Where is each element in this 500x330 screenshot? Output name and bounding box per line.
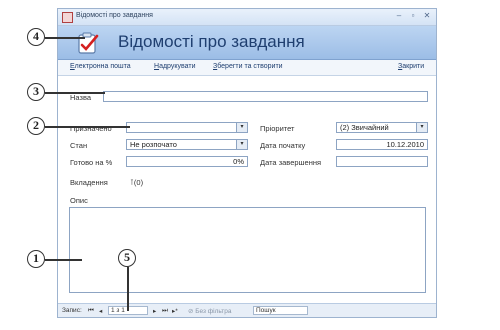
new-record-button[interactable]: ▸* <box>172 307 178 315</box>
status-combobox[interactable]: Не розпочато ▾ <box>126 139 248 150</box>
task-details-window: Відомості про завдання – ▫ ✕ Відомості п… <box>57 8 437 318</box>
form-window-icon <box>62 12 73 23</box>
close-link[interactable]: Закрити <box>398 63 424 70</box>
callout-1-line <box>45 259 82 261</box>
task-checklist-icon <box>78 32 99 54</box>
first-record-button[interactable]: ⏮ <box>88 307 94 315</box>
title-bar: Відомості про завдання – ▫ ✕ <box>58 9 436 26</box>
percent-complete-input[interactable]: 0% <box>126 156 248 167</box>
callout-4-line <box>45 37 85 39</box>
priority-value: (2) Звичайний <box>340 123 389 132</box>
assigned-to-combobox[interactable]: ▾ <box>126 122 248 133</box>
due-date-label: Дата завершення <box>260 158 322 167</box>
attachments-label: Вкладення <box>70 178 108 187</box>
start-date-input[interactable]: 10.12.2010 <box>336 139 428 150</box>
name-label: Назва <box>70 93 92 102</box>
form-header: Відомості про завдання <box>58 26 436 60</box>
priority-combobox[interactable]: (2) Звичайний ▾ <box>336 122 428 133</box>
prev-record-button[interactable]: ◂ <box>99 307 102 315</box>
next-record-button[interactable]: ▸ <box>153 307 156 315</box>
filter-status[interactable]: ⊘ Без фільтра <box>188 307 231 315</box>
start-date-label: Дата початку <box>260 141 306 150</box>
record-navigation-bar: Запис: ⏮ ◂ 1 з 1 ▸ ⏭ ▸* ⊘ Без фільтра По… <box>58 303 436 317</box>
callout-2: 2 <box>27 117 45 135</box>
chevron-down-icon[interactable]: ▾ <box>236 123 247 132</box>
status-value: Не розпочато <box>130 140 177 149</box>
search-input[interactable]: Пошук <box>253 306 308 315</box>
priority-label: Пріоритет <box>260 124 295 133</box>
search-label: Пошук <box>256 307 276 314</box>
email-link[interactable]: Електронна пошта <box>70 63 131 70</box>
callout-5: 5 <box>118 249 136 267</box>
callout-2-line <box>45 126 130 128</box>
record-number-value: 1 з 1 <box>111 307 125 314</box>
due-date-input[interactable] <box>336 156 428 167</box>
restore-button[interactable]: ▫ <box>408 11 418 20</box>
print-link[interactable]: Надрукувати <box>154 63 196 70</box>
minimize-button[interactable]: – <box>394 11 404 20</box>
attachments-count: (0) <box>133 178 144 187</box>
window-title: Відомості про завдання <box>76 12 153 19</box>
record-label: Запис: <box>62 307 82 314</box>
status-label: Стан <box>70 141 88 150</box>
chevron-down-icon[interactable]: ▾ <box>236 140 247 149</box>
last-record-button[interactable]: ⏭ <box>162 307 168 315</box>
close-window-button[interactable]: ✕ <box>422 11 432 20</box>
callout-5-line <box>127 267 129 311</box>
name-input[interactable] <box>103 91 428 102</box>
save-and-new-link[interactable]: Зберегти та створити <box>213 63 283 70</box>
callout-4: 4 <box>27 28 45 46</box>
percent-complete-label: Готово на % <box>70 158 113 167</box>
chevron-down-icon[interactable]: ▾ <box>416 123 427 132</box>
form-toolbar: Електронна пошта Надрукувати Зберегти та… <box>58 60 436 76</box>
description-label: Опис <box>70 196 88 205</box>
attachments-field[interactable]: ⊺(0) <box>130 178 143 187</box>
callout-1: 1 <box>27 250 45 268</box>
filter-label: Без фільтра <box>195 308 232 315</box>
callout-3: 3 <box>27 83 45 101</box>
callout-3-line <box>45 92 105 94</box>
form-title: Відомості про завдання <box>118 32 305 51</box>
